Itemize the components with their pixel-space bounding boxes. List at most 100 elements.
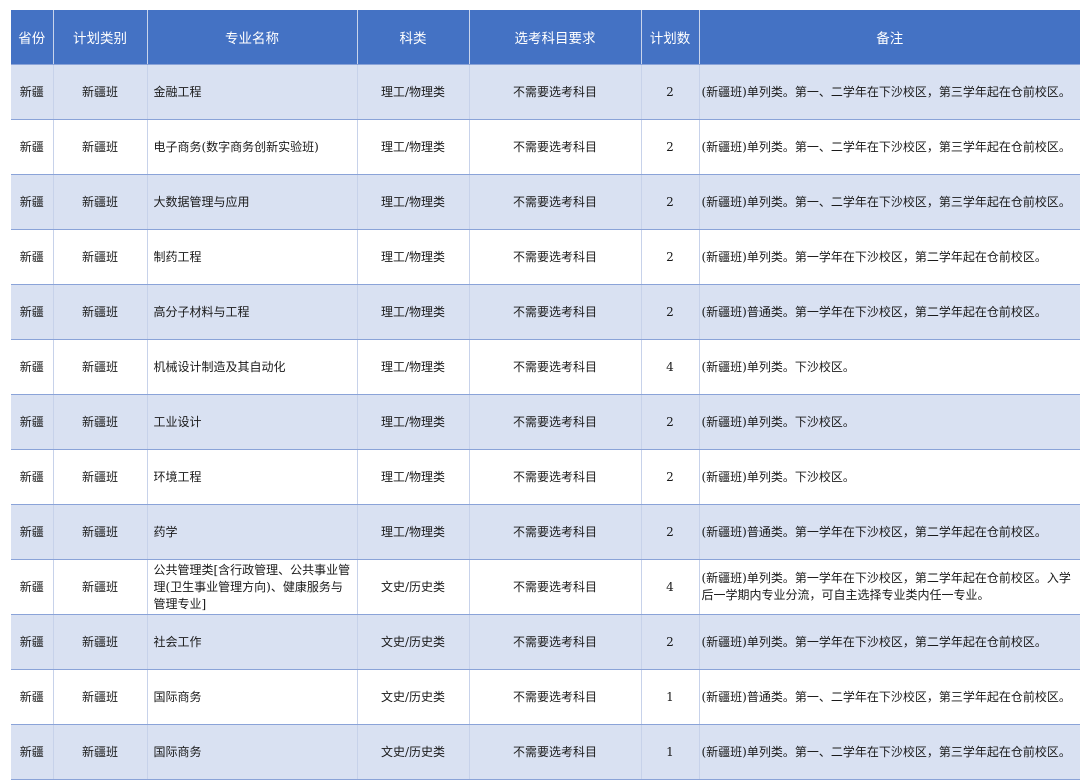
cell-province: 新疆 [11,394,54,450]
cell-subject: 文史/历史类 [357,559,470,615]
cell-subject: 文史/历史类 [357,669,470,725]
table-row: 新疆 新疆班 社会工作 文史/历史类 不需要选考科目 2 (新疆班)单列类。第一学年在下沙校… [11,614,1080,670]
cell-category: 新疆班 [53,284,148,340]
header-subject: 科类 [357,10,470,65]
cell-major: 社会工作 [147,614,358,670]
cell-subject: 理工/物理类 [357,119,470,175]
cell-category: 新疆班 [53,559,148,615]
table-row: 新疆 新疆班 机械设计制造及其自动化 理工/物理类 不需要选考科目 4 (新疆班)单列类。下… [11,339,1080,395]
header-major: 专业名称 [147,10,358,65]
cell-note: (新疆班)单列类。下沙校区。 [699,394,1080,450]
table-row: 新疆 新疆班 国际商务 文史/历史类 不需要选考科目 1 (新疆班)普通类。第一、二学年在下… [11,669,1080,725]
cell-province: 新疆 [11,119,54,175]
cell-plan: 2 [641,614,700,670]
cell-subject: 理工/物理类 [357,64,470,120]
cell-note: (新疆班)单列类。第一、二学年在下沙校区，第三学年起在仓前校区。 [699,64,1080,120]
table-row: 新疆 新疆班 药学 理工/物理类 不需要选考科目 2 (新疆班)普通类。第一学年在下沙校区，… [11,504,1080,560]
cell-note: (新疆班)单列类。第一、二学年在下沙校区，第三学年起在仓前校区。 [699,174,1080,230]
cell-major: 公共管理类[含行政管理、公共事业管理(卫生事业管理方向)、健康服务与管理专业] [147,559,358,615]
cell-category: 新疆班 [53,119,148,175]
cell-subject: 理工/物理类 [357,394,470,450]
cell-requirement: 不需要选考科目 [469,229,642,285]
cell-note: (新疆班)单列类。第一学年在下沙校区，第二学年起在仓前校区。 [699,229,1080,285]
cell-major: 金融工程 [147,64,358,120]
cell-subject: 理工/物理类 [357,504,470,560]
cell-note: (新疆班)单列类。下沙校区。 [699,449,1080,505]
cell-category: 新疆班 [53,724,148,780]
cell-major: 环境工程 [147,449,358,505]
cell-major: 高分子材料与工程 [147,284,358,340]
cell-province: 新疆 [11,449,54,505]
table-row: 新疆 新疆班 工业设计 理工/物理类 不需要选考科目 2 (新疆班)单列类。下沙校区。 [11,394,1080,450]
cell-province: 新疆 [11,339,54,395]
cell-province: 新疆 [11,229,54,285]
cell-province: 新疆 [11,64,54,120]
cell-note: (新疆班)普通类。第一学年在下沙校区，第二学年起在仓前校区。 [699,504,1080,560]
cell-major: 药学 [147,504,358,560]
cell-category: 新疆班 [53,614,148,670]
table-row: 新疆 新疆班 高分子材料与工程 理工/物理类 不需要选考科目 2 (新疆班)普通类。第一学年… [11,284,1080,340]
table-row: 新疆 新疆班 金融工程 理工/物理类 不需要选考科目 2 (新疆班)单列类。第一、二学年在下… [11,64,1080,120]
cell-note: (新疆班)单列类。第一学年在下沙校区，第二学年起在仓前校区。入学后一学期内专业分… [699,559,1080,615]
cell-plan: 2 [641,449,700,505]
cell-plan: 1 [641,669,700,725]
header-category: 计划类别 [53,10,148,65]
header-province: 省份 [11,10,54,65]
cell-requirement: 不需要选考科目 [469,669,642,725]
cell-major: 制药工程 [147,229,358,285]
cell-category: 新疆班 [53,669,148,725]
cell-province: 新疆 [11,614,54,670]
cell-requirement: 不需要选考科目 [469,724,642,780]
cell-major: 机械设计制造及其自动化 [147,339,358,395]
cell-note: (新疆班)单列类。下沙校区。 [699,339,1080,395]
cell-category: 新疆班 [53,339,148,395]
cell-subject: 理工/物理类 [357,339,470,395]
table-header-row: 省份 计划类别 专业名称 科类 选考科目要求 计划数 备注 [11,10,1080,65]
cell-requirement: 不需要选考科目 [469,284,642,340]
cell-plan: 2 [641,174,700,230]
cell-plan: 1 [641,724,700,780]
cell-plan: 2 [641,119,700,175]
cell-major: 大数据管理与应用 [147,174,358,230]
cell-subject: 文史/历史类 [357,614,470,670]
header-plan: 计划数 [641,10,700,65]
cell-requirement: 不需要选考科目 [469,119,642,175]
cell-category: 新疆班 [53,394,148,450]
cell-major: 工业设计 [147,394,358,450]
cell-province: 新疆 [11,174,54,230]
table-row: 新疆 新疆班 国际商务 文史/历史类 不需要选考科目 1 (新疆班)单列类。第一、二学年在下… [11,724,1080,780]
cell-note: (新疆班)单列类。第一学年在下沙校区，第二学年起在仓前校区。 [699,614,1080,670]
cell-province: 新疆 [11,504,54,560]
cell-category: 新疆班 [53,504,148,560]
cell-category: 新疆班 [53,449,148,505]
cell-plan: 2 [641,504,700,560]
table-row: 新疆 新疆班 电子商务(数字商务创新实验班) 理工/物理类 不需要选考科目 2 (新疆班)单… [11,119,1080,175]
table-row: 新疆 新疆班 大数据管理与应用 理工/物理类 不需要选考科目 2 (新疆班)单列类。第一、二… [11,174,1080,230]
table-body: 新疆 新疆班 金融工程 理工/物理类 不需要选考科目 2 (新疆班)单列类。第一、二学年在下… [11,64,1080,780]
cell-requirement: 不需要选考科目 [469,174,642,230]
cell-note: (新疆班)普通类。第一学年在下沙校区，第二学年起在仓前校区。 [699,284,1080,340]
cell-plan: 2 [641,229,700,285]
table-row: 新疆 新疆班 环境工程 理工/物理类 不需要选考科目 2 (新疆班)单列类。下沙校区。 [11,449,1080,505]
header-requirement: 选考科目要求 [469,10,642,65]
cell-note: (新疆班)普通类。第一、二学年在下沙校区，第三学年起在仓前校区。 [699,669,1080,725]
cell-major: 电子商务(数字商务创新实验班) [147,119,358,175]
cell-plan: 2 [641,394,700,450]
cell-note: (新疆班)单列类。第一、二学年在下沙校区，第三学年起在仓前校区。 [699,119,1080,175]
cell-province: 新疆 [11,724,54,780]
cell-subject: 文史/历史类 [357,724,470,780]
cell-category: 新疆班 [53,229,148,285]
enrollment-plan-table-container: 省份 计划类别 专业名称 科类 选考科目要求 计划数 备注 新疆 新疆班 金融工程理… [11,10,1080,780]
cell-plan: 2 [641,284,700,340]
cell-category: 新疆班 [53,64,148,120]
cell-requirement: 不需要选考科目 [469,449,642,505]
cell-subject: 理工/物理类 [357,284,470,340]
cell-plan: 2 [641,64,700,120]
cell-requirement: 不需要选考科目 [469,614,642,670]
cell-province: 新疆 [11,559,54,615]
cell-plan: 4 [641,559,700,615]
cell-requirement: 不需要选考科目 [469,504,642,560]
cell-major: 国际商务 [147,669,358,725]
table-row: 新疆 新疆班 公共管理类[含行政管理、公共事业管理(卫生事业管理方向)、健康服务与管… [11,559,1080,615]
cell-subject: 理工/物理类 [357,229,470,285]
